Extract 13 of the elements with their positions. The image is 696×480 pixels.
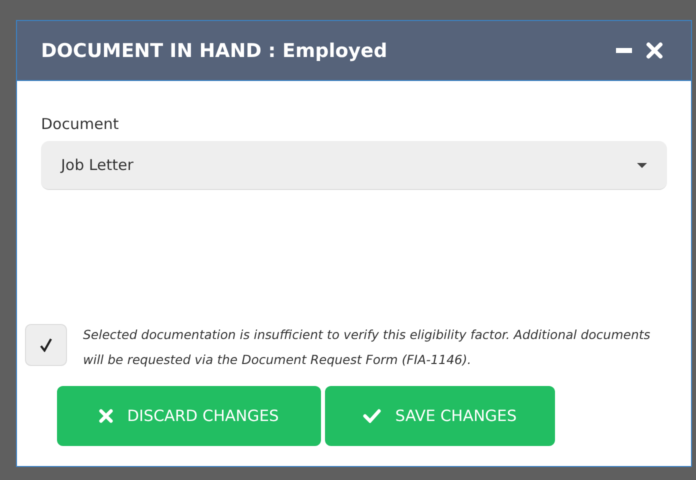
save-button[interactable]: SAVE CHANGES (325, 386, 555, 446)
field-label: Document (41, 115, 120, 133)
dialog-title: DOCUMENT IN HAND : Employed (41, 40, 388, 62)
check-icon (363, 409, 382, 423)
check-icon (40, 338, 52, 352)
notice-text: Selected documentation is insufficient to verify this eligibility factor. Additional documents will be requested via the Document Request Form (FIA-1146). (83, 326, 652, 369)
caret-icon (637, 162, 647, 168)
document-select[interactable]: Job Letter (41, 141, 667, 190)
close-icon (99, 409, 114, 423)
close-icon[interactable] (646, 42, 663, 59)
minimize-icon[interactable] (616, 48, 632, 54)
discard-button[interactable]: DISCARD CHANGES (57, 386, 321, 446)
checkbox[interactable] (25, 324, 67, 366)
